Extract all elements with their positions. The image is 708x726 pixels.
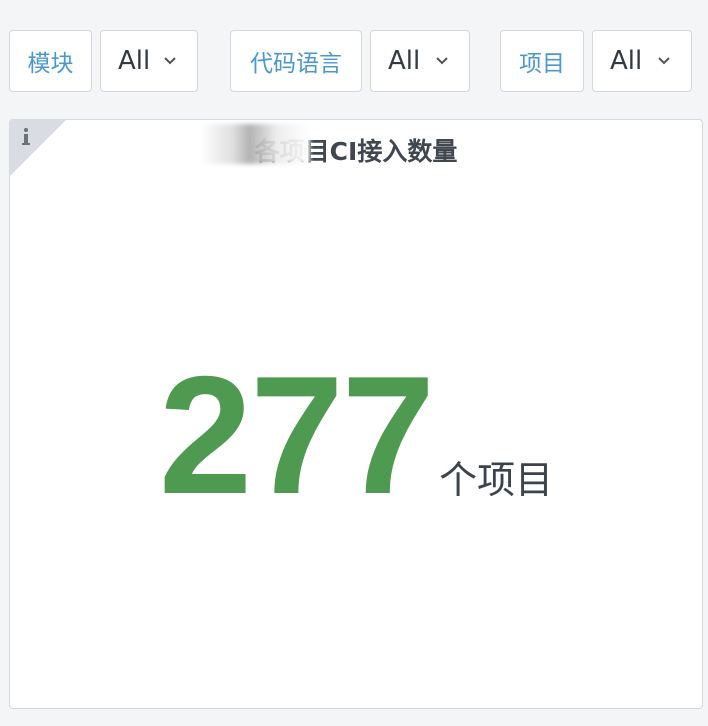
stat-value: 277 [158, 341, 435, 529]
stat-unit: 个项目 [439, 458, 554, 502]
filter-project-label: 项目 [500, 30, 584, 92]
chevron-down-icon [164, 57, 176, 65]
stat-panel: 各项目CI接入数量 277 个项目 [9, 119, 703, 709]
filter-module-label: 模块 [9, 30, 92, 92]
filter-module-value: All [118, 46, 151, 76]
chevron-down-icon [436, 57, 448, 65]
filter-project-select[interactable]: All [592, 30, 692, 92]
filter-bar: 模块 All 代码语言 All 项目 All [0, 0, 708, 110]
chevron-down-icon [658, 57, 670, 65]
panel-title: 各项目CI接入数量 [254, 137, 458, 166]
filter-language-label: 代码语言 [230, 30, 362, 92]
filter-module-select[interactable]: All [100, 30, 198, 92]
redaction-blur [200, 124, 310, 164]
filter-project-value: All [610, 46, 643, 76]
stat-display: 277 个项目 [10, 341, 702, 529]
filter-language-value: All [388, 46, 421, 76]
filter-language-select[interactable]: All [370, 30, 470, 92]
